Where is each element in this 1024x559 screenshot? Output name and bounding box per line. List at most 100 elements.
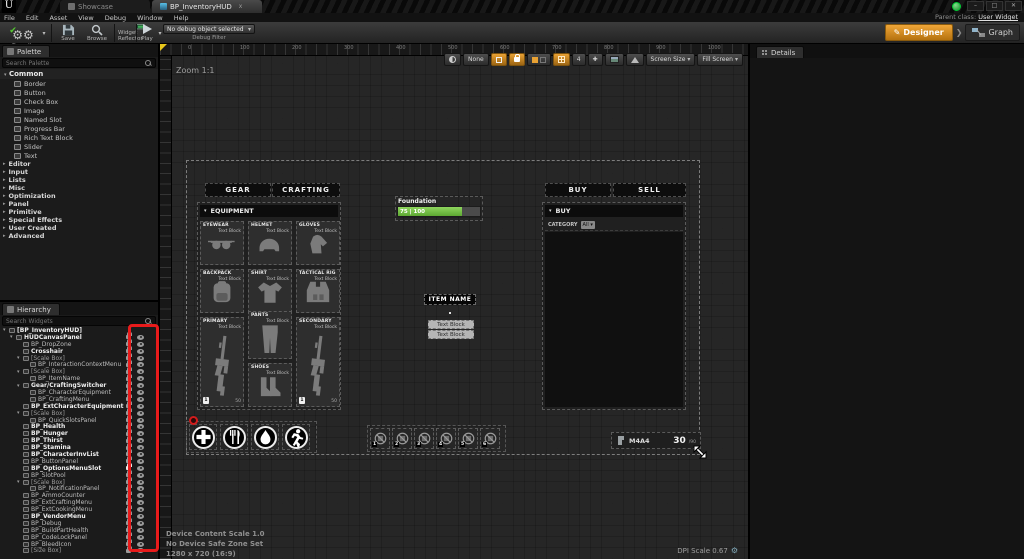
eye-visibility-icon[interactable] [137, 438, 144, 443]
eye-visibility-icon[interactable] [137, 369, 144, 374]
preview-background-button[interactable] [605, 53, 624, 66]
hierarchy-row-bp-characterequipment[interactable]: BP_CharacterEquipment [0, 389, 158, 396]
eye-visibility-icon[interactable] [137, 404, 144, 409]
menu-window[interactable]: Window [137, 14, 163, 22]
menu-asset[interactable]: Asset [49, 14, 67, 22]
buy-tab-button[interactable]: BUY [545, 183, 611, 197]
equipment-slot-tactical-rig[interactable]: TACTICAL RIGText Block [296, 269, 340, 313]
quick-slot-2[interactable]: 2 [392, 428, 412, 449]
palette-group-common[interactable]: ▾ Common [0, 69, 158, 79]
maximize-button[interactable]: □ [986, 1, 1003, 11]
hierarchy-row-bp-ammocounter[interactable]: BP_AmmoCounter [0, 492, 158, 499]
equipment-slot-gloves[interactable]: GLOVESText Block [296, 221, 340, 265]
palette-category-editor[interactable]: ▸Editor [0, 160, 158, 168]
eye-visibility-icon[interactable] [137, 514, 144, 519]
hierarchy-row-size-box[interactable]: [Size Box] [0, 548, 158, 555]
play-button[interactable]: Play [136, 23, 158, 43]
dpi-settings-gear-icon[interactable]: ⚙ [731, 546, 738, 555]
hierarchy-row-crosshair[interactable]: Crosshair [0, 348, 158, 355]
hierarchy-row-bp-hunger[interactable]: BP_Hunger [0, 430, 158, 437]
menu-help[interactable]: Help [174, 14, 189, 22]
hierarchy-row-bp-slotpool[interactable]: BP_SlotPool [0, 472, 158, 479]
eye-visibility-icon[interactable] [137, 349, 144, 354]
palette-category-primitive[interactable]: ▸Primitive [0, 208, 158, 216]
eye-visibility-icon[interactable] [137, 356, 144, 361]
hierarchy-row-bp-quickslotspanel[interactable]: BP_QuickSlotsPanel [0, 417, 158, 424]
eye-visibility-icon[interactable] [137, 411, 144, 416]
resolution-scale-button[interactable] [626, 53, 644, 66]
document-tab-showcase[interactable]: Showcase [60, 0, 150, 13]
hierarchy-row-hudcanvaspanel[interactable]: ▾HUDCanvasPanel [0, 334, 158, 341]
palette-category-advanced[interactable]: ▸Advanced [0, 232, 158, 240]
details-tab[interactable]: Details [756, 46, 804, 58]
menu-file[interactable]: File [4, 14, 15, 22]
eye-visibility-icon[interactable] [137, 521, 144, 526]
eye-visibility-icon[interactable] [137, 390, 144, 395]
eye-visibility-icon[interactable] [137, 493, 144, 498]
palette-item-text[interactable]: Text [0, 151, 158, 160]
hierarchy-row-bp-craftingmenu[interactable]: BP_CraftingMenu [0, 396, 158, 403]
hierarchy-row-scale-box[interactable]: ▾[Scale Box] [0, 355, 158, 362]
palette-item-progress-bar[interactable]: Progress Bar [0, 124, 158, 133]
hierarchy-row-bp-inventoryhud[interactable]: ▾[BP_InventoryHUD] [0, 327, 158, 334]
palette-category-lists[interactable]: ▸Lists [0, 176, 158, 184]
eye-visibility-icon[interactable] [137, 397, 144, 402]
hierarchy-row-bp-notificationpanel[interactable]: BP_NotificationPanel [0, 485, 158, 492]
hierarchy-row-bp-buildparthealth[interactable]: BP_BuildPartHealth [0, 527, 158, 534]
hierarchy-row-bp-interactioncontextmenu[interactable]: BP_InteractionContextMenu [0, 361, 158, 368]
hierarchy-row-bp-vendormenu[interactable]: BP_VendorMenu [0, 513, 158, 520]
quick-slot-6[interactable]: 6 [480, 428, 500, 449]
designer-canvas[interactable]: 01002003004005006007008009001000 Zoom 1:… [160, 44, 748, 559]
eye-visibility-icon[interactable] [137, 459, 144, 464]
eye-visibility-icon[interactable] [137, 445, 144, 450]
palette-category-user-created[interactable]: ▸User Created [0, 224, 158, 232]
hierarchy-row-scale-box[interactable]: ▾[Scale Box] [0, 479, 158, 486]
equipment-slot-backpack[interactable]: BACKPACKText Block [200, 269, 244, 313]
hierarchy-row-bp-health[interactable]: BP_Health [0, 423, 158, 430]
equipment-slot-shoes[interactable]: SHOESText Block [248, 363, 292, 407]
lock-widgets-button[interactable] [509, 53, 525, 66]
parent-class-link[interactable]: User Widget [978, 13, 1018, 21]
palette-item-slider[interactable]: Slider [0, 142, 158, 151]
menu-debug[interactable]: Debug [105, 14, 126, 22]
eye-visibility-icon[interactable] [137, 376, 144, 381]
palette-tab[interactable]: Palette [2, 45, 50, 57]
quick-slot-1[interactable]: 1 [370, 428, 390, 449]
quick-slot-5[interactable]: 5 [458, 428, 478, 449]
palette-search-input[interactable] [6, 60, 145, 67]
hierarchy-row-bp-extcharacterequipment[interactable]: BP_ExtCharacterEquipment [0, 403, 158, 410]
hierarchy-row-bp-thirst[interactable]: BP_Thirst [0, 437, 158, 444]
palette-category-input[interactable]: ▸Input [0, 168, 158, 176]
quick-slot-4[interactable]: 4 [436, 428, 456, 449]
hierarchy-row-bp-characterinvlist[interactable]: BP_CharacterInvList [0, 451, 158, 458]
hierarchy-row-scale-box[interactable]: ▾[Scale Box] [0, 368, 158, 375]
close-button[interactable]: ✕ [1005, 1, 1022, 11]
menu-view[interactable]: View [78, 14, 93, 22]
eye-visibility-icon[interactable] [137, 362, 144, 367]
palette-item-image[interactable]: Image [0, 106, 158, 115]
eye-visibility-icon[interactable] [137, 480, 144, 485]
gear-tab-button[interactable]: GEAR [205, 183, 271, 197]
eye-visibility-icon[interactable] [137, 535, 144, 540]
minimize-button[interactable]: – [967, 1, 984, 11]
palette-item-rich-text-block[interactable]: Rich Text Block [0, 133, 158, 142]
hierarchy-row-scale-box[interactable]: ▾[Scale Box] [0, 410, 158, 417]
hierarchy-row-bp-itemname[interactable]: BP_ItemName [0, 375, 158, 382]
tab-close-icon[interactable]: x [239, 3, 243, 10]
palette-item-border[interactable]: Border [0, 79, 158, 88]
screen-size-dropdown[interactable]: Screen Size▾ [646, 53, 696, 66]
grid-snap-toggle-button[interactable] [553, 53, 570, 66]
equipment-slot-pants[interactable]: PANTSText Block [248, 311, 292, 359]
equipment-header[interactable]: ▾EQUIPMENT [200, 205, 338, 217]
hierarchy-row-bp-codelockpanel[interactable]: BP_CodeLockPanel [0, 534, 158, 541]
eye-visibility-icon[interactable] [137, 452, 144, 457]
fill-screen-dropdown[interactable]: Fill Screen▾ [697, 53, 743, 66]
eye-visibility-icon[interactable] [137, 418, 144, 423]
hierarchy-row-bp-extcraftingmenu[interactable]: BP_ExtCraftingMenu [0, 499, 158, 506]
palette-category-special-effects[interactable]: ▸Special Effects [0, 216, 158, 224]
equipment-slot-eyewear[interactable]: EYEWEARText Block [200, 221, 244, 265]
quick-slot-3[interactable]: 3 [414, 428, 434, 449]
compile-options-dropdown[interactable]: ▾ [40, 23, 48, 43]
eye-visibility-icon[interactable] [137, 383, 144, 388]
menu-edit[interactable]: Edit [26, 14, 39, 22]
